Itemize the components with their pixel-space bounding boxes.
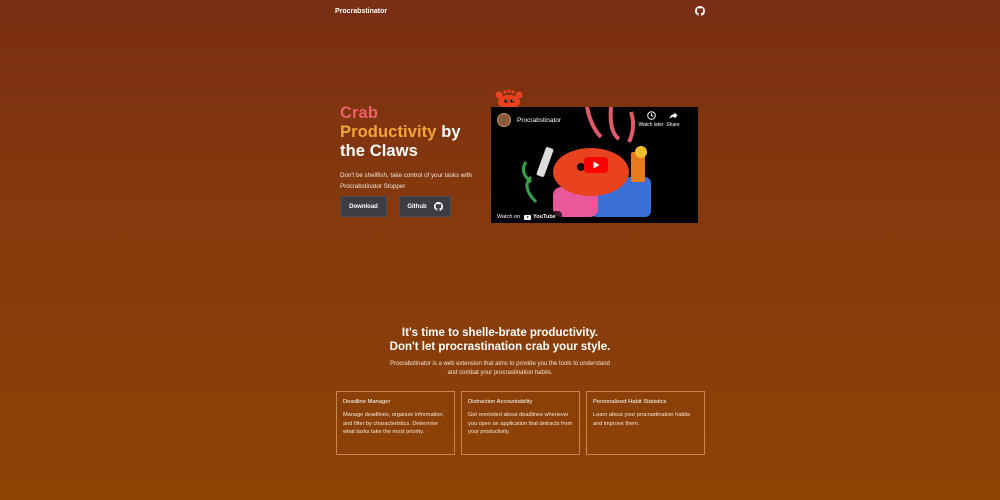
share-arrow-icon [668,112,678,120]
share-label: Share [666,122,680,128]
share-button[interactable]: Share [658,111,688,128]
feature-card-body: Manage deadlines, organize information, … [343,412,445,435]
youtube-play-icon [524,214,532,220]
github-icon [433,202,443,211]
features-section: It's time to shelle-brate productivity. … [0,326,1000,378]
hero-headline: Crab Productivity by the Claws [340,104,490,161]
github-icon[interactable] [695,6,705,16]
feature-card-habit-statistics: Personalized Habit Statistics Learn abou… [586,391,705,455]
watch-on-label: Watch on [497,214,521,220]
channel-avatar[interactable] [497,113,511,127]
github-button-label: Github [407,203,427,210]
clock-icon [646,111,656,120]
hero-tagline: Don't be shellfish, take control of your… [340,172,472,190]
download-button-label: Download [349,203,378,210]
features-heading-line1: It's time to shelle-brate productivity. [401,327,599,339]
headline-productivity: Productivity [340,123,437,141]
headline-the-claws: the Claws [340,142,418,160]
feature-card-title: Deadline Manager [343,399,391,405]
features-heading-line2: Don't let procrastination crab your styl… [389,341,611,353]
download-button[interactable]: Download [340,196,387,217]
headline-crab: Crab [340,104,378,122]
youtube-video-embed[interactable]: Procrabstinator Watch later Share Watch … [491,107,698,223]
watch-on-youtube-link[interactable]: Watch on YouTube [491,211,562,223]
feature-card-body: Get reminded about deadlines whenever yo… [468,412,573,435]
youtube-logo-text: YouTube [533,214,556,220]
play-button[interactable] [584,157,608,173]
brand-name[interactable]: Procrabstinator [335,8,387,15]
feature-card-body: Learn about your procrastination habits … [593,412,691,427]
video-title[interactable]: Procrabstinator [517,117,561,124]
features-heading: It's time to shelle-brate productivity. … [0,326,1000,354]
feature-card-distraction-accountability: Distraction Accountability Get reminded … [461,391,580,455]
features-description: Procrabstinator is a web extension that … [390,361,610,376]
feature-card-title: Personalized Habit Statistics [593,399,667,405]
feature-card-title: Distraction Accountability [468,399,533,405]
hero-buttons: Download Github [340,196,451,217]
headline-by: by [441,123,461,141]
play-icon [593,161,600,169]
feature-cards: Deadline Manager Manage deadlines, organ… [336,391,705,455]
youtube-logo: YouTube [524,214,556,220]
hero-section: Crab Productivity by the Claws Don't be … [340,104,490,192]
top-nav: Procrabstinator [335,0,705,22]
feature-card-deadline-manager: Deadline Manager Manage deadlines, organ… [336,391,455,455]
github-button[interactable]: Github [399,196,451,217]
